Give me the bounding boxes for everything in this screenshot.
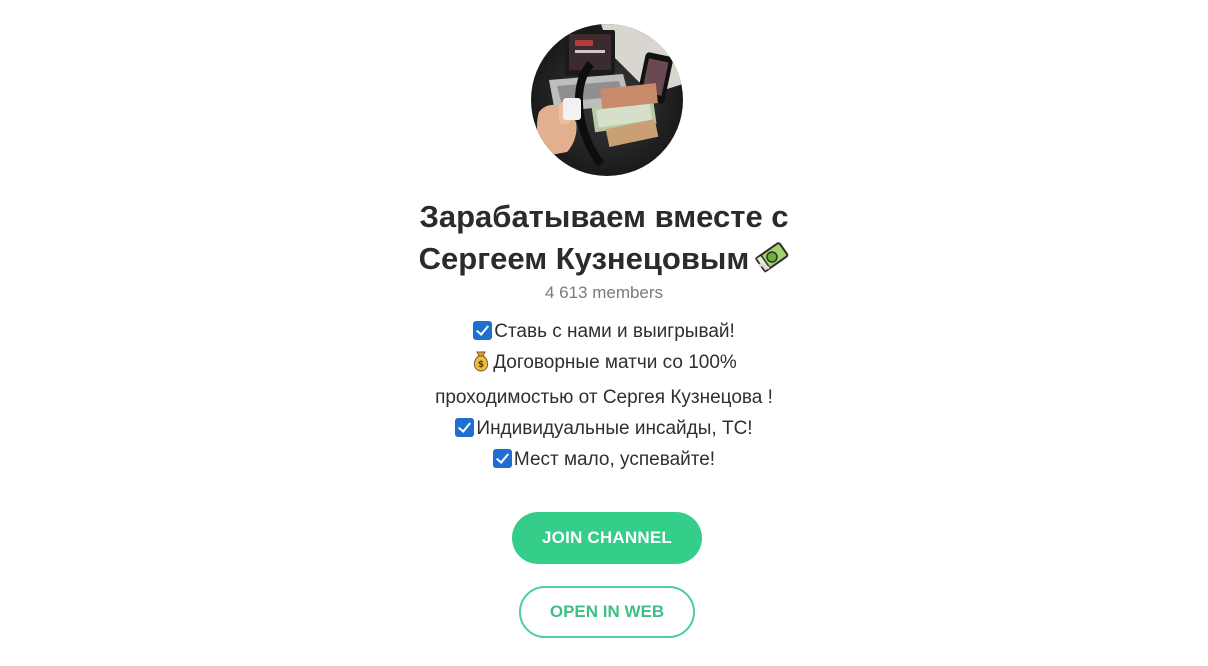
channel-title-line2-wrap: Сергеем Кузнецовым <box>304 238 904 285</box>
channel-description: Ставь с нами и выигрывай! $ Договорные м… <box>354 316 854 475</box>
description-line: $ Договорные матчи со 100% <box>354 347 854 382</box>
description-text-2: Договорные матчи со 100% <box>493 352 737 373</box>
join-channel-button[interactable]: JOIN CHANNEL <box>512 512 702 564</box>
channel-avatar-photo <box>531 24 683 176</box>
money-bag-icon: $ <box>471 350 491 382</box>
channel-title-line1: Зарабатываем вместе с <box>419 199 789 234</box>
members-count: 4 613 members <box>544 283 664 302</box>
check-mark-button-icon <box>492 449 512 468</box>
channel-preview-page: Зарабатываем вместе с Сергеем Кузнецовым… <box>0 0 1208 666</box>
description-line: Ставь с нами и выигрывай! <box>354 316 854 347</box>
check-mark-button-icon <box>473 321 493 340</box>
description-text-4: Индивидуальные инсайды, ТС! <box>476 418 753 439</box>
description-text-1: Ставь с нами и выигрывай! <box>494 321 735 342</box>
channel-title-line2: Сергеем Кузнецовым <box>418 241 750 276</box>
check-mark-button-icon <box>455 418 475 437</box>
channel-avatar <box>531 24 683 176</box>
description-text-3: проходимостью от Сергея Кузнецова ! <box>435 387 773 408</box>
description-line: Индивидуальные инсайды, ТС! <box>354 413 854 444</box>
description-line: проходимостью от Сергея Кузнецова ! <box>354 382 854 413</box>
description-line: Мест мало, успевайте! <box>354 444 854 475</box>
channel-title: Зарабатываем вместе с Сергеем Кузнецовым <box>304 196 904 285</box>
open-in-web-button[interactable]: OPEN IN WEB <box>519 586 695 638</box>
svg-text:$: $ <box>478 360 484 370</box>
description-text-5: Мест мало, успевайте! <box>513 449 716 470</box>
money-with-wings-icon <box>755 240 789 285</box>
